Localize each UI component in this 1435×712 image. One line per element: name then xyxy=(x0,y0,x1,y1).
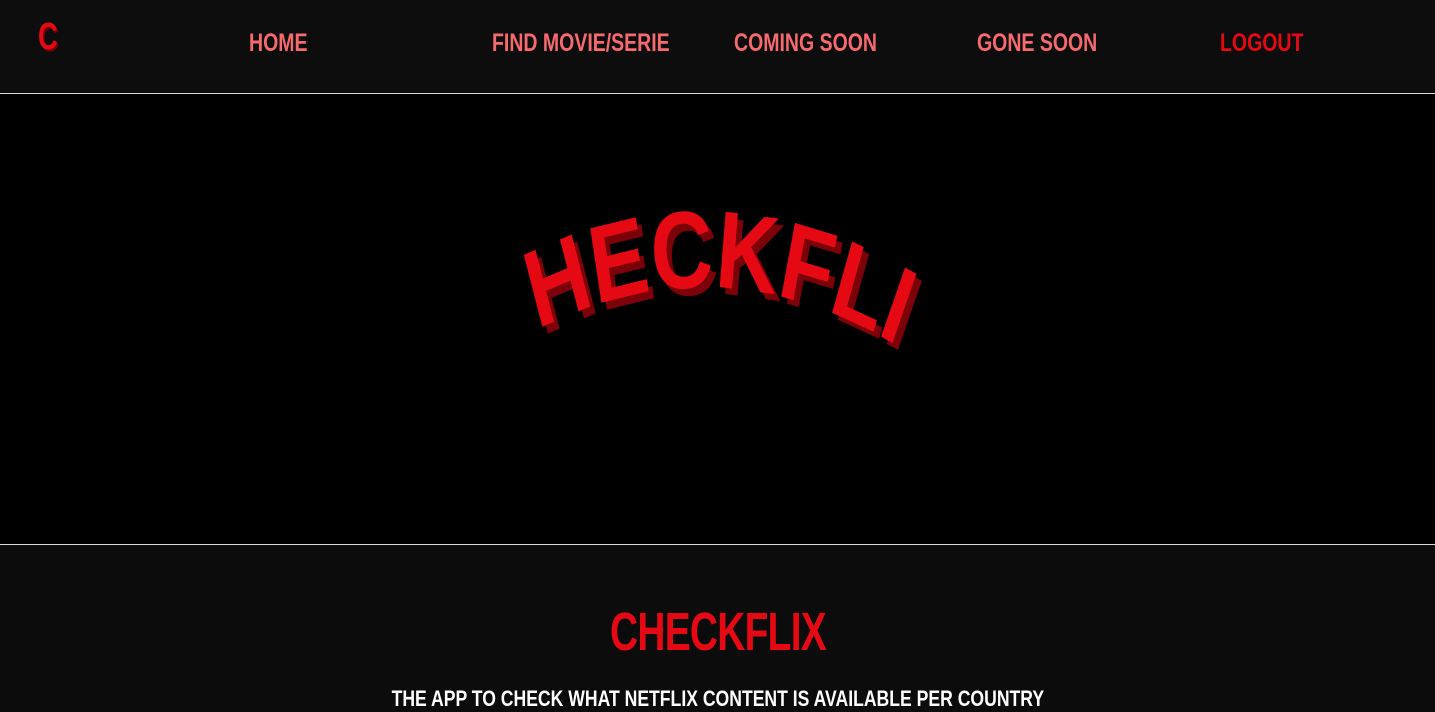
hero-arched-logo: CHECKFLIX CHECKFLIX xyxy=(126,94,934,374)
nav-home-link[interactable]: HOME xyxy=(249,29,308,58)
page-title: CHECKFLIX xyxy=(609,602,827,662)
intro-section: CHECKFLIX THE APP TO CHECK WHAT NETFLIX … xyxy=(0,546,1435,711)
nav-find-movie-link[interactable]: FIND MOVIE/SERIE xyxy=(492,29,670,58)
nav-gone-soon-link[interactable]: GONE SOON xyxy=(977,29,1097,58)
brand-logo[interactable]: C xyxy=(38,16,58,59)
nav-coming-soon-link[interactable]: COMING SOON xyxy=(734,29,877,58)
hero-banner: CHECKFLIX CHECKFLIX xyxy=(0,94,1435,545)
nav-logout-link[interactable]: LOGOUT xyxy=(1220,29,1303,58)
tagline-text: THE APP TO CHECK WHAT NETFLIX CONTENT IS… xyxy=(391,686,1044,711)
top-navbar: C HOME FIND MOVIE/SERIE COMING SOON GONE… xyxy=(0,0,1435,94)
hero-logo-text: CHECKFLIX xyxy=(126,94,929,367)
